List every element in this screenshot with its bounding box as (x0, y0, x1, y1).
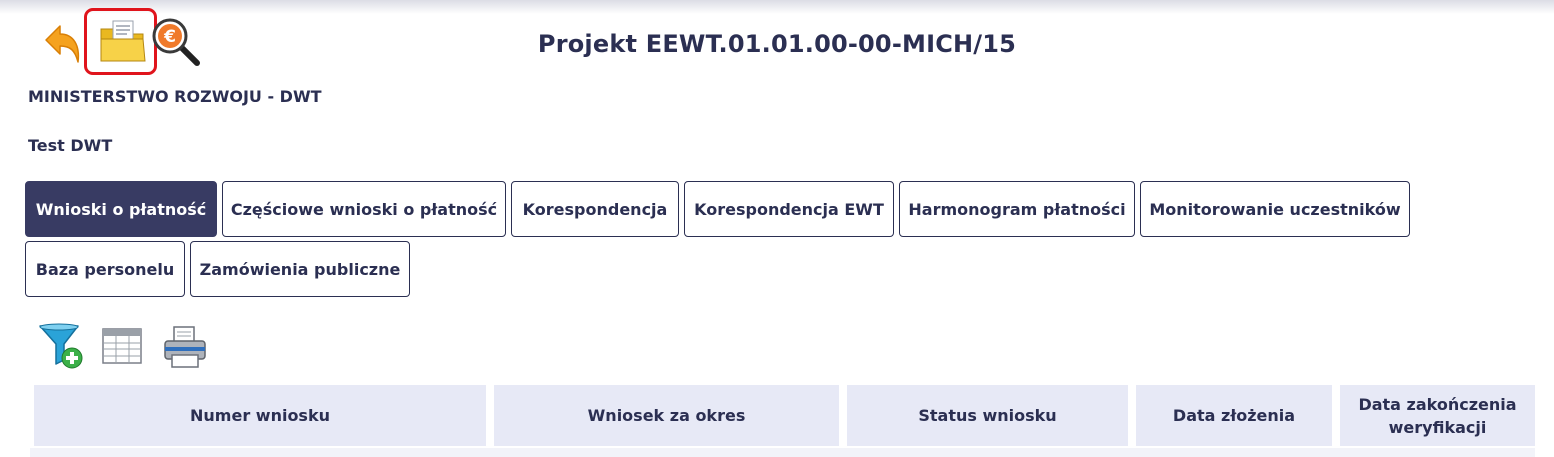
column-header-wniosek-za-okres[interactable]: Wniosek za okres (494, 385, 839, 446)
top-gradient-bar (0, 0, 1554, 14)
column-header-data-zlozenia[interactable]: Data złożenia (1136, 385, 1332, 446)
tab-monitorowanie-uczestnikow[interactable]: Monitorowanie uczestników (1140, 181, 1410, 237)
tab-czesciowe-wnioski[interactable]: Częściowe wnioski o płatność (222, 181, 506, 237)
institution-name: MINISTERSTWO ROZWOJU - DWT (28, 87, 322, 106)
table-row (30, 448, 1535, 457)
tab-zamowienia-publiczne[interactable]: Zamówienia publiczne (190, 241, 410, 297)
print-icon[interactable] (162, 325, 208, 369)
tab-korespondencja[interactable]: Korespondencja (511, 181, 679, 237)
tab-wnioski-o-platnosc[interactable]: Wnioski o płatność (25, 181, 217, 237)
tab-harmonogram-platnosci[interactable]: Harmonogram płatności (899, 181, 1135, 237)
column-header-data-zakonczenia-weryfikacji[interactable]: Data zakończenia weryfikacji (1340, 385, 1535, 446)
tab-korespondencja-ewt[interactable]: Korespondencja EWT (684, 181, 894, 237)
page-title: Projekt EEWT.01.01.00-00-MICH/15 (537, 30, 1017, 58)
table-columns-icon[interactable] (102, 328, 142, 364)
tab-baza-personelu[interactable]: Baza personelu (25, 241, 185, 297)
add-filter-icon[interactable] (38, 322, 84, 370)
column-header-status-wniosku[interactable]: Status wniosku (847, 385, 1128, 446)
column-header-numer-wniosku[interactable]: Numer wniosku (34, 385, 486, 446)
beneficiary-name: Test DWT (28, 136, 113, 155)
